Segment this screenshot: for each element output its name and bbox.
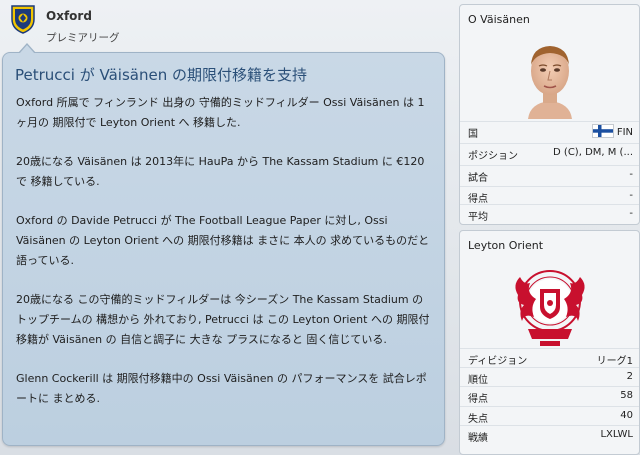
row-value: 58 — [620, 390, 633, 401]
row-label: 失点 — [468, 414, 488, 425]
player-face-icon[interactable] — [514, 37, 586, 119]
club-name-link[interactable]: Oxford — [46, 9, 92, 23]
row-label: ディビジョン — [468, 356, 528, 367]
player-info-panel: O Väisänen 国 FIN ポジション D (C), DM, M (...… — [459, 4, 640, 225]
article-paragraph: 20歳になる Väisänen は 2013年に HauPa から The Ka… — [16, 155, 425, 188]
row-value: D (C), DM, M (... — [553, 147, 633, 158]
article-body: Oxford 所属で フィンランド 出身の 守備的ミッドフィルダー Ossi V… — [16, 93, 434, 428]
team-row-goals-against: 失点 40 — [460, 406, 639, 425]
row-label: 得点 — [468, 194, 488, 205]
player-row-apps: 試合 - — [460, 165, 639, 184]
article-headline: Petrucci が Väisänen の期限付移籍を支持 — [15, 66, 307, 84]
team-name-link[interactable]: Leyton Orient — [468, 239, 543, 252]
player-row-nation: 国 FIN — [460, 121, 639, 140]
team-row-division: ディビジョン リーグ1 — [460, 348, 639, 367]
row-value: - — [629, 169, 633, 180]
leyton-orient-crest-icon[interactable] — [510, 259, 590, 349]
player-row-goals: 得点 - — [460, 186, 639, 205]
article-paragraph: 20歳になる この守備的ミッドフィルダーは 今シーズン The Kassam S… — [16, 293, 430, 346]
team-row-goals-for: 得点 58 — [460, 386, 639, 405]
article-paragraph: Glenn Cockerill は 期限付移籍中の Ossi Väisänen … — [16, 372, 427, 405]
article-paragraph: Oxford 所属で フィンランド 出身の 守備的ミッドフィルダー Ossi V… — [16, 96, 425, 129]
league-name-link[interactable]: プレミアリーグ — [46, 30, 120, 45]
player-name-link[interactable]: O Väisänen — [468, 13, 530, 26]
row-label: 平均 — [468, 212, 488, 223]
row-label: ポジション — [468, 151, 518, 162]
nation-value[interactable]: FIN — [617, 127, 633, 138]
news-header: Oxford プレミアリーグ — [0, 0, 455, 50]
player-row-position: ポジション D (C), DM, M (... — [460, 143, 639, 162]
row-label: 順位 — [468, 375, 488, 386]
row-value: - — [629, 208, 633, 219]
row-label: 国 — [468, 129, 478, 140]
team-row-position: 順位 2 — [460, 367, 639, 386]
news-article: Petrucci が Väisänen の期限付移籍を支持 Oxford 所属で… — [2, 43, 445, 446]
row-value: LXLWL — [600, 429, 633, 440]
player-row-average: 平均 - — [460, 204, 639, 223]
row-value[interactable]: リーグ1 — [597, 352, 633, 367]
row-label: 戦績 — [468, 433, 488, 444]
row-label: 試合 — [468, 173, 488, 184]
finland-flag-icon — [591, 124, 614, 138]
row-value: 2 — [626, 371, 633, 382]
row-value: - — [629, 190, 633, 201]
team-row-form: 戦績 LXLWL — [460, 425, 639, 444]
team-info-panel: Leyton Orient ディビジョン リーグ1 順位 2 得点 58 失点 … — [459, 230, 640, 455]
row-value: 40 — [620, 410, 633, 421]
oxford-crest-icon[interactable] — [10, 4, 36, 34]
article-paragraph: Oxford の Davide Petrucci が The Football … — [16, 214, 430, 267]
row-label: 得点 — [468, 394, 488, 405]
